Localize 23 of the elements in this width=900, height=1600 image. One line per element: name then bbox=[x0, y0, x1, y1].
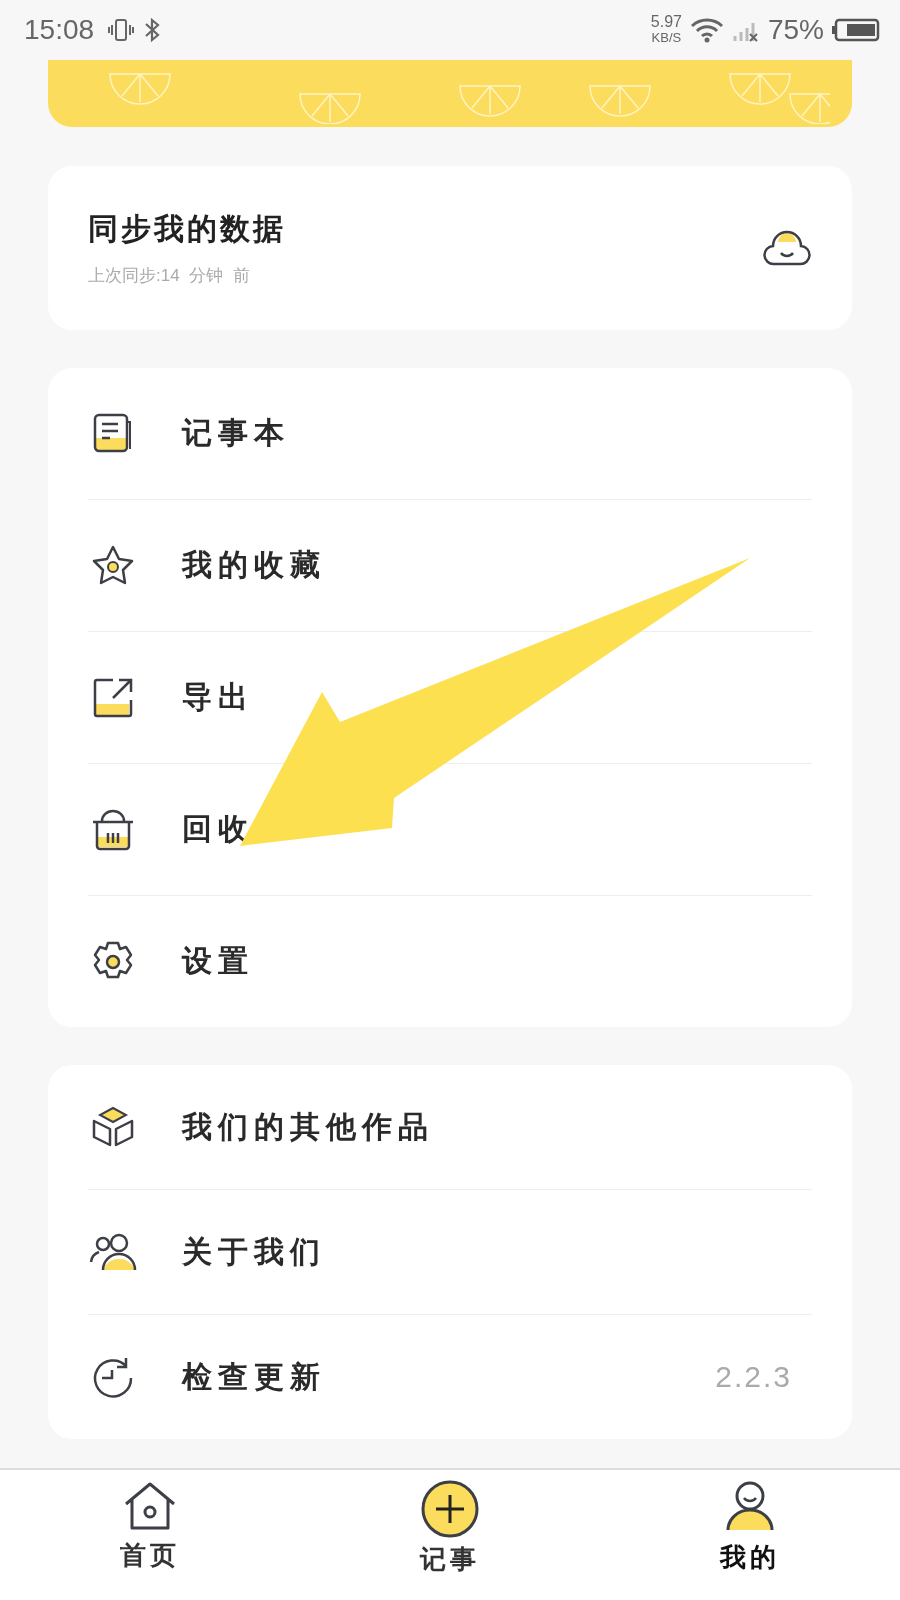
menu-item[interactable]: 检查更新 2.2.3 bbox=[88, 1315, 812, 1439]
status-time: 15:08 bbox=[24, 14, 95, 46]
sync-title: 同步我的数据 bbox=[88, 211, 287, 247]
nav-tab[interactable]: 首页 bbox=[90, 1470, 210, 1600]
nav-tab[interactable]: 记事 bbox=[390, 1470, 510, 1600]
users-icon bbox=[88, 1232, 138, 1272]
add-icon bbox=[421, 1480, 479, 1538]
network-speed: 5.97 bbox=[650, 14, 682, 30]
promo-banner[interactable] bbox=[48, 60, 852, 127]
battery-percent: 75% bbox=[767, 14, 824, 46]
menu-item[interactable]: 我们的其他作品 bbox=[88, 1065, 812, 1190]
battery-icon bbox=[832, 17, 880, 43]
sync-card[interactable]: 同步我的数据 上次同步:14 分钟 前 bbox=[48, 166, 852, 330]
cloud-icon bbox=[762, 228, 812, 268]
version-number: 2.2.3 bbox=[715, 1360, 792, 1394]
wifi-icon bbox=[689, 17, 724, 43]
menu-item[interactable]: 记事本 bbox=[88, 368, 812, 500]
menu-item[interactable]: 设置 bbox=[88, 896, 812, 1027]
menu-item[interactable]: 关于我们 bbox=[88, 1190, 812, 1315]
sync-subtitle: 上次同步:14 分钟 前 bbox=[88, 265, 251, 287]
vibrate-icon bbox=[108, 17, 135, 43]
network-unit: KB/S bbox=[651, 30, 682, 46]
nav-tab[interactable]: 我的 bbox=[690, 1470, 810, 1600]
